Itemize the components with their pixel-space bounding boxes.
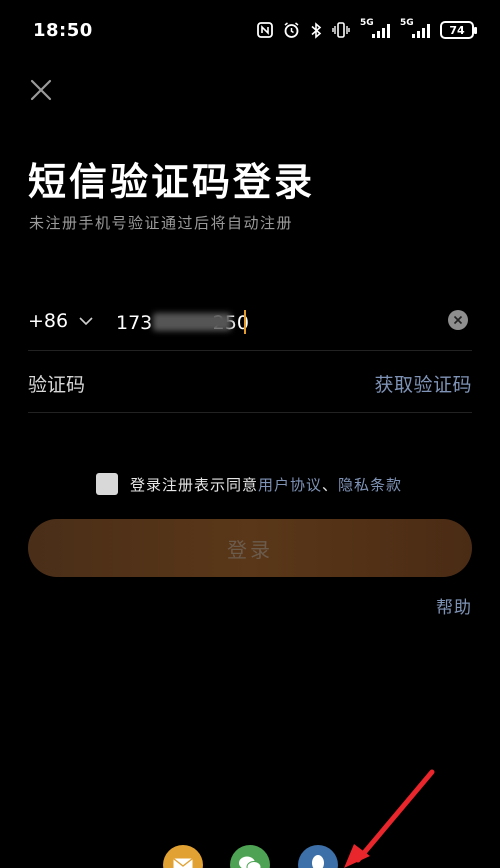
country-code-selector[interactable]: +86 xyxy=(28,310,94,332)
close-button[interactable] xyxy=(26,75,56,105)
status-bar: 18:50 5G 5G 74 xyxy=(0,0,500,60)
country-code-label: +86 xyxy=(28,310,69,332)
wechat-login-button[interactable] xyxy=(230,845,270,868)
qq-login-button[interactable] xyxy=(298,845,338,868)
close-icon xyxy=(30,79,52,101)
clear-icon xyxy=(453,315,463,325)
battery-icon: 74 xyxy=(440,21,477,39)
phone-redaction xyxy=(153,313,231,331)
qq-icon xyxy=(312,855,324,868)
signal-icon-sim1: 5G xyxy=(360,18,390,38)
verification-code-input[interactable] xyxy=(28,370,288,400)
status-icons: 5G 5G 74 xyxy=(257,18,477,40)
user-agreement-link[interactable]: 用户协议 xyxy=(258,474,322,495)
agreement-separator: 、 xyxy=(322,475,339,494)
mail-icon xyxy=(173,858,193,868)
get-code-button[interactable]: 获取验证码 xyxy=(374,370,472,397)
help-link[interactable]: 帮助 xyxy=(436,593,472,618)
alarm-icon xyxy=(283,20,300,40)
agreement-checkbox[interactable] xyxy=(96,473,118,495)
privacy-terms-link[interactable]: 隐私条款 xyxy=(338,474,402,495)
login-button[interactable]: 登录 xyxy=(28,519,472,577)
agreement-prefix: 登录注册表示同意 xyxy=(130,475,259,494)
agreement-row: 登录注册表示同意 用户协议 、 隐私条款 xyxy=(96,472,402,496)
verification-code-row: 获取验证码 xyxy=(28,362,472,413)
vibrate-icon xyxy=(332,20,350,40)
bluetooth-icon xyxy=(310,20,322,40)
nfc-icon xyxy=(257,20,273,40)
status-time: 18:50 xyxy=(33,20,93,41)
wechat-icon xyxy=(239,856,262,868)
mail-login-button[interactable] xyxy=(163,845,203,868)
phone-row: +86 xyxy=(28,300,472,351)
text-cursor xyxy=(244,310,246,334)
page-title: 短信验证码登录 xyxy=(28,160,316,204)
page-subtitle: 未注册手机号验证通过后将自动注册 xyxy=(29,214,294,232)
third-party-login xyxy=(0,845,500,868)
chevron-down-icon xyxy=(79,317,93,326)
clear-phone-button[interactable] xyxy=(448,310,468,330)
signal-icon-sim2: 5G xyxy=(400,18,430,38)
